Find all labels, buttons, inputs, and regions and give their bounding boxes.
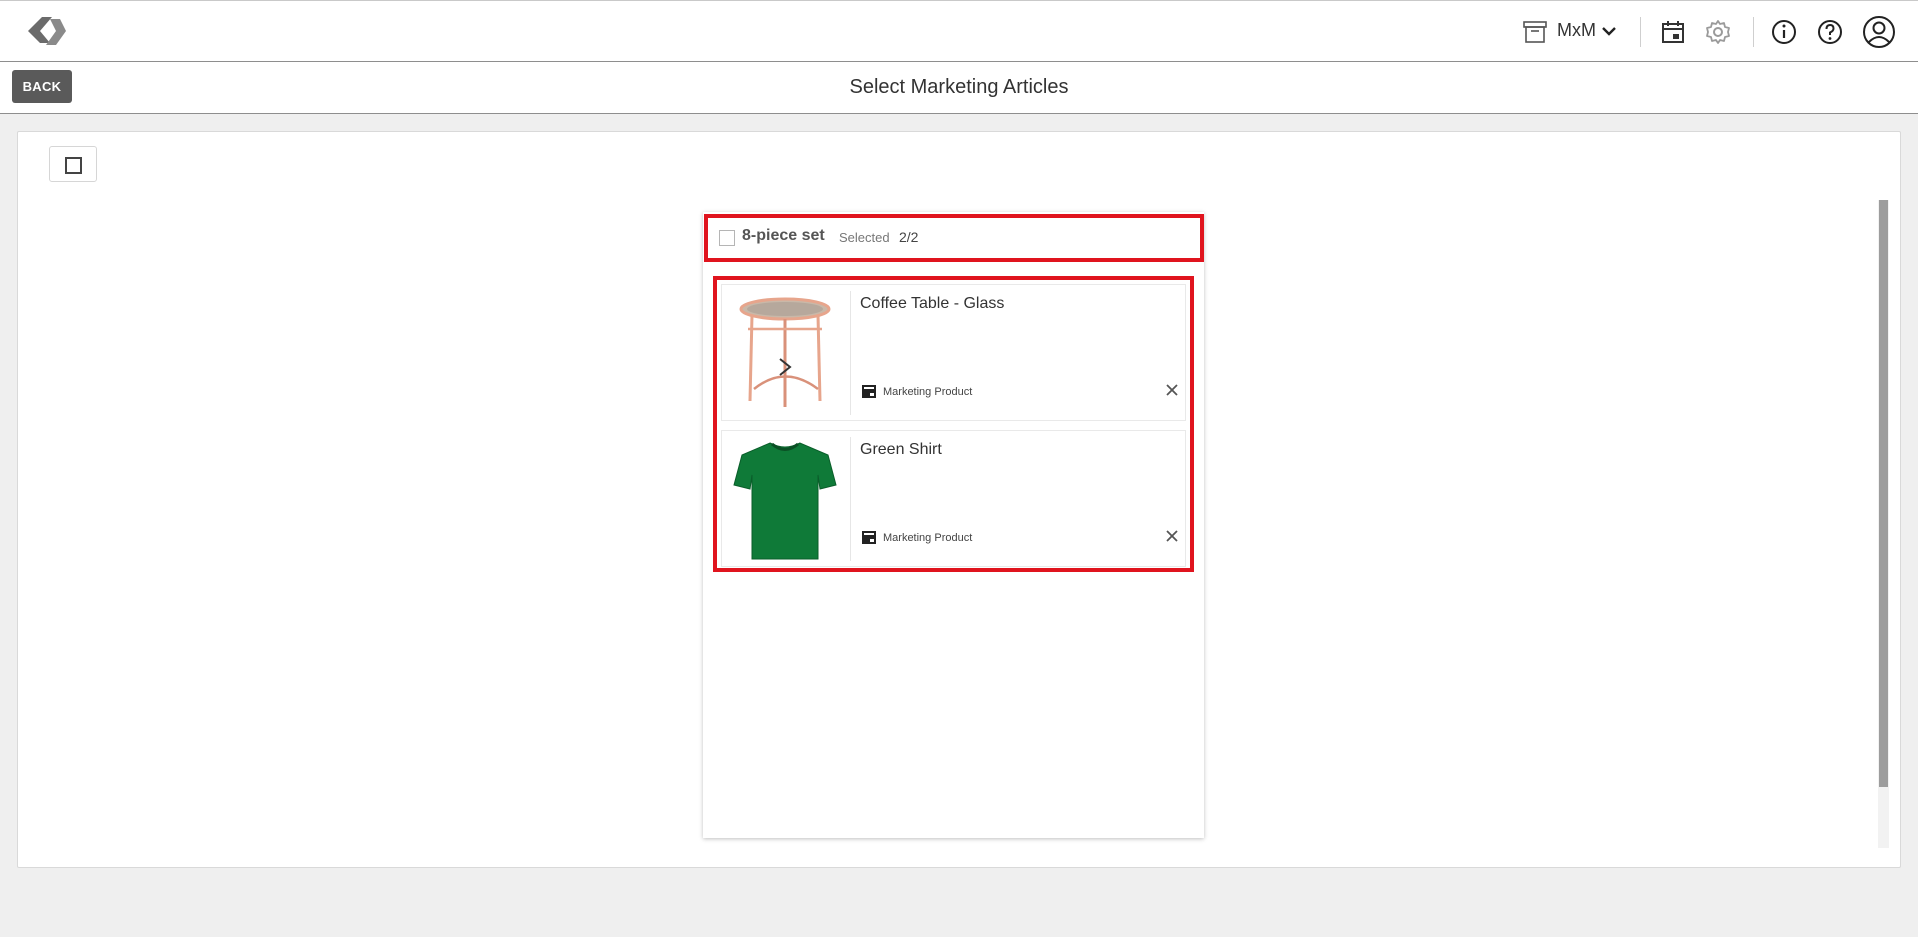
chevron-down-icon[interactable]	[1600, 24, 1618, 38]
item-type: Marketing Product	[883, 386, 973, 398]
card-divider	[850, 291, 851, 415]
footer-area	[0, 884, 1918, 937]
checkbox-icon	[65, 157, 82, 174]
separator	[1753, 17, 1754, 47]
gear-icon[interactable]	[1703, 17, 1733, 47]
selected-label: Selected	[839, 230, 890, 245]
list-item[interactable]: Coffee Table - Glass Marketing Product	[721, 284, 1186, 421]
top-bar: MxM	[0, 0, 1918, 62]
marketing-product-icon	[862, 531, 876, 544]
set-header: 8-piece set Selected 2/2	[704, 214, 1204, 262]
store-icon[interactable]	[1522, 19, 1548, 45]
user-avatar-icon[interactable]	[1862, 15, 1896, 49]
card-divider	[850, 437, 851, 561]
set-column: 8-piece set Selected 2/2 Coffee Table -	[703, 212, 1204, 838]
store-selector-label[interactable]: MxM	[1557, 20, 1596, 41]
sub-header: BACK Select Marketing Articles	[0, 62, 1918, 114]
item-name: Green Shirt	[860, 441, 942, 458]
help-icon[interactable]	[1815, 17, 1845, 47]
select-all-toggle[interactable]	[49, 146, 97, 182]
vertical-scrollbar[interactable]	[1878, 200, 1889, 848]
scrollbar-thumb[interactable]	[1879, 200, 1888, 787]
main-panel: 8-piece set Selected 2/2 Coffee Table -	[17, 131, 1901, 868]
marketing-product-icon	[862, 385, 876, 398]
calendar-box-icon[interactable]	[1658, 17, 1688, 47]
info-icon[interactable]	[1769, 17, 1799, 47]
page-title: Select Marketing Articles	[849, 76, 1069, 98]
set-checkbox[interactable]	[719, 230, 735, 246]
remove-icon[interactable]	[1163, 381, 1181, 399]
green-shirt-image	[733, 442, 837, 560]
app-logo-icon[interactable]	[22, 13, 70, 49]
item-list: Coffee Table - Glass Marketing Product G…	[713, 276, 1194, 572]
coffee-table-image	[739, 297, 831, 407]
separator	[1640, 17, 1641, 47]
selected-count: 2/2	[899, 229, 919, 245]
remove-icon[interactable]	[1163, 527, 1181, 545]
item-type: Marketing Product	[883, 532, 973, 544]
set-name: 8-piece set	[742, 227, 825, 244]
item-name: Coffee Table - Glass	[860, 295, 1005, 312]
list-item[interactable]: Green Shirt Marketing Product	[721, 430, 1186, 567]
